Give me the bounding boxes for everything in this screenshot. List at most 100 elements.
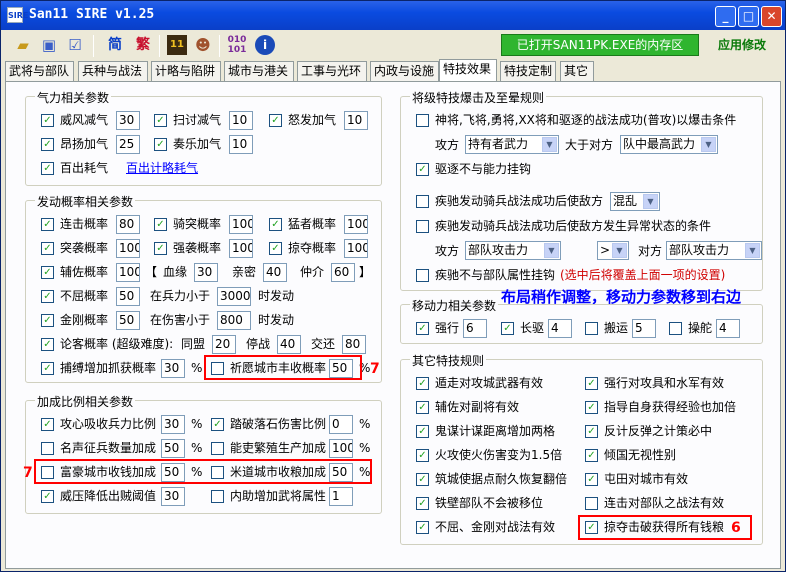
- attacker-stat-select[interactable]: 持有者武力 ▼: [465, 135, 559, 154]
- maximize-button[interactable]: □: [738, 6, 759, 27]
- value-input[interactable]: 50: [161, 439, 185, 458]
- checkbox[interactable]: ✓: [41, 490, 54, 503]
- value-input[interactable]: 80: [342, 335, 366, 354]
- attacker-attr-select[interactable]: 部队攻击力 ▼: [465, 241, 561, 260]
- status-effect-select[interactable]: 混乱 ▼: [610, 192, 660, 211]
- checkbox[interactable]: ✓: [154, 218, 167, 231]
- checkbox[interactable]: ✓: [154, 242, 167, 255]
- checkbox[interactable]: ✓: [416, 497, 429, 510]
- checkbox[interactable]: [211, 442, 224, 455]
- checkbox[interactable]: ✓: [269, 242, 282, 255]
- checkbox[interactable]: ✓: [585, 473, 598, 486]
- checkbox[interactable]: ✓: [269, 218, 282, 231]
- value-input[interactable]: 100: [229, 239, 253, 258]
- checkbox[interactable]: [416, 220, 429, 233]
- simplified-icon[interactable]: 简: [105, 35, 125, 55]
- value-input[interactable]: 3000: [217, 287, 251, 306]
- value-input[interactable]: 30: [161, 415, 185, 434]
- value-input[interactable]: 50: [116, 287, 140, 306]
- tab-skill-effects[interactable]: 特技效果: [439, 59, 497, 81]
- value-input[interactable]: 80: [116, 215, 140, 234]
- value-input[interactable]: 5: [632, 319, 656, 338]
- checkbox[interactable]: [585, 497, 598, 510]
- value-input[interactable]: 100: [344, 239, 368, 258]
- binary-icon[interactable]: 010 101: [227, 35, 247, 55]
- checkbox[interactable]: ✓: [41, 138, 54, 151]
- value-input[interactable]: 30: [161, 359, 185, 378]
- checkbox[interactable]: ✓: [41, 242, 54, 255]
- operator-select[interactable]: > ▼: [597, 241, 629, 260]
- tab-domestic-facilities[interactable]: 内政与设施: [370, 61, 439, 81]
- value-input[interactable]: 800: [217, 311, 251, 330]
- san11-icon[interactable]: 11: [167, 35, 187, 55]
- open-folder-icon[interactable]: ▰: [13, 35, 33, 55]
- checkbox[interactable]: ✓: [585, 449, 598, 462]
- checkbox[interactable]: [41, 442, 54, 455]
- character-icon[interactable]: ☻: [193, 35, 213, 55]
- value-input[interactable]: 30: [194, 263, 218, 282]
- value-input[interactable]: 40: [263, 263, 287, 282]
- checkbox[interactable]: ✓: [416, 322, 429, 335]
- checkbox[interactable]: ✓: [416, 163, 429, 176]
- checkbox[interactable]: ✓: [41, 362, 54, 375]
- value-input[interactable]: 10: [229, 111, 253, 130]
- checkbox[interactable]: ✓: [41, 218, 54, 231]
- checkbox[interactable]: ✓: [416, 425, 429, 438]
- value-input[interactable]: 1: [329, 487, 353, 506]
- info-icon[interactable]: i: [255, 35, 275, 55]
- value-input[interactable]: 10: [229, 135, 253, 154]
- tab-works-auras[interactable]: 工事与光环: [297, 61, 367, 81]
- checkbox[interactable]: [416, 195, 429, 208]
- value-input[interactable]: 6: [463, 319, 487, 338]
- checkbox[interactable]: ✓: [41, 418, 54, 431]
- save-icon[interactable]: ▣: [39, 35, 59, 55]
- value-input[interactable]: 25: [116, 135, 140, 154]
- value-input[interactable]: 20: [212, 335, 236, 354]
- value-input[interactable]: 100: [344, 215, 368, 234]
- traditional-icon[interactable]: 繁: [133, 35, 153, 55]
- close-button[interactable]: ✕: [761, 6, 782, 27]
- defender-attr-select[interactable]: 部队攻击力 ▼: [666, 241, 762, 260]
- checkbox[interactable]: ✓: [501, 322, 514, 335]
- checkbox[interactable]: ✓: [416, 521, 429, 534]
- checkbox[interactable]: ✓: [41, 114, 54, 127]
- checkbox[interactable]: ✓: [41, 314, 54, 327]
- value-input[interactable]: 30: [161, 487, 185, 506]
- checkbox[interactable]: ✓: [416, 473, 429, 486]
- checkbox[interactable]: ✓: [416, 401, 429, 414]
- tab-officers-units[interactable]: 武将与部队: [5, 61, 74, 81]
- value-input[interactable]: 100: [329, 439, 353, 458]
- checkbox[interactable]: ✓: [41, 338, 54, 351]
- checkbox[interactable]: [416, 114, 429, 127]
- value-input[interactable]: 50: [116, 311, 140, 330]
- checkbox[interactable]: ✓: [41, 266, 54, 279]
- value-input[interactable]: 100: [116, 263, 140, 282]
- tab-skill-custom[interactable]: 特技定制: [500, 61, 556, 81]
- checkbox[interactable]: [585, 322, 598, 335]
- value-input[interactable]: 10: [344, 111, 368, 130]
- scheme-cost-link[interactable]: 百出计略耗气: [126, 160, 198, 176]
- checklist-icon[interactable]: ☑: [65, 35, 85, 55]
- tab-other[interactable]: 其它: [560, 61, 594, 81]
- tab-cities-ports[interactable]: 城市与港关: [224, 61, 294, 81]
- value-input[interactable]: 4: [716, 319, 740, 338]
- checkbox[interactable]: ✓: [585, 377, 598, 390]
- checkbox[interactable]: ✓: [585, 401, 598, 414]
- value-input[interactable]: 40: [277, 335, 301, 354]
- value-input[interactable]: 60: [331, 263, 355, 282]
- checkbox[interactable]: [669, 322, 682, 335]
- title-bar[interactable]: SIRE San11 SIRE v1.25 _ □ ✕: [1, 1, 785, 30]
- value-input[interactable]: 4: [548, 319, 572, 338]
- checkbox[interactable]: ✓: [41, 290, 54, 303]
- tab-troops-tactics[interactable]: 兵种与战法: [78, 61, 148, 81]
- value-input[interactable]: 100: [116, 239, 140, 258]
- value-input[interactable]: 100: [229, 215, 253, 234]
- checkbox[interactable]: [211, 490, 224, 503]
- tab-schemes-traps[interactable]: 计略与陷阱: [151, 61, 221, 81]
- value-input[interactable]: 30: [116, 111, 140, 130]
- checkbox[interactable]: ✓: [269, 114, 282, 127]
- checkbox[interactable]: ✓: [211, 418, 224, 431]
- checkbox[interactable]: ✓: [416, 449, 429, 462]
- checkbox[interactable]: ✓: [585, 425, 598, 438]
- checkbox[interactable]: ✓: [154, 114, 167, 127]
